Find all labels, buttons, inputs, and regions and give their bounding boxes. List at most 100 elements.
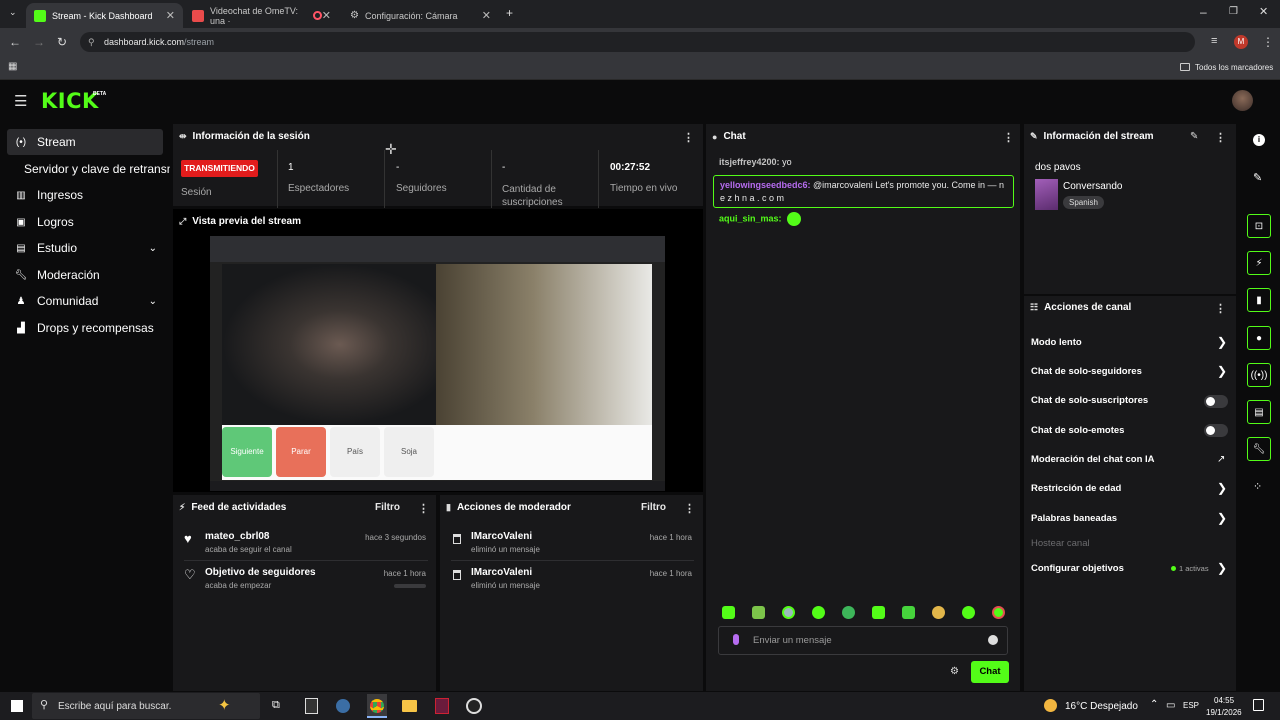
close-icon[interactable]: ✕ xyxy=(166,9,175,22)
minimize-icon[interactable]: – xyxy=(1200,6,1207,18)
kebab-menu-icon[interactable]: ⋮ xyxy=(1003,131,1014,144)
chat-input[interactable]: Enviar un mensaje xyxy=(718,626,1008,655)
emote-icon[interactable] xyxy=(842,606,855,619)
obs-icon[interactable] xyxy=(466,698,482,714)
hamburger-menu-icon[interactable]: ☰ xyxy=(14,94,27,109)
language-indicator[interactable]: ESP xyxy=(1183,701,1199,710)
tab-search-icon[interactable]: ⌄ xyxy=(9,8,17,17)
windows-start-icon[interactable] xyxy=(11,700,23,712)
kebab-menu-icon[interactable]: ⋮ xyxy=(1215,131,1226,144)
stream-preview-video[interactable]: Siguiente Parar País Soja xyxy=(210,236,665,491)
kebab-menu-icon[interactable]: ⋮ xyxy=(1262,36,1274,48)
moderator-name[interactable]: IMarcoValeni xyxy=(471,531,532,542)
age-restriction-option[interactable]: Restricción de edad xyxy=(1031,483,1121,494)
rail-button-chat[interactable]: ● xyxy=(1247,326,1271,350)
emote-icon[interactable] xyxy=(932,606,945,619)
profile-avatar[interactable]: M xyxy=(1234,35,1248,49)
chat-settings-gear-icon[interactable]: ⚙ xyxy=(950,666,959,677)
rail-button-screenshot[interactable]: ⊡ xyxy=(1247,214,1271,238)
user-avatar[interactable] xyxy=(1232,90,1253,111)
chevron-right-icon[interactable]: ❯ xyxy=(1217,481,1227,495)
sidebar-item-ingresos[interactable]: ▥ Ingresos xyxy=(7,182,163,208)
task-view-icon[interactable]: ⧉ xyxy=(272,699,280,712)
vegas-icon[interactable] xyxy=(435,698,449,714)
rail-button-layout[interactable]: ▤ xyxy=(1247,400,1271,424)
emote-icon[interactable] xyxy=(782,606,795,619)
rail-button-notes[interactable]: ▮ xyxy=(1247,288,1271,312)
restore-icon[interactable]: ❐ xyxy=(1229,7,1238,17)
sidebar-item-comunidad[interactable]: ♟ Comunidad ⌄ xyxy=(7,288,163,314)
taskbar-search-box[interactable]: ⚲ Escribe aquí para buscar. ✦ xyxy=(32,693,260,719)
all-bookmarks-link[interactable]: Todos los marcadores xyxy=(1195,63,1273,72)
media-icon[interactable]: ≡ xyxy=(1211,36,1217,47)
followers-only-option[interactable]: Chat de solo-seguidores xyxy=(1031,366,1142,377)
tab-camera-settings[interactable]: ⚙ Configuración: Cámara ✕ xyxy=(342,3,499,28)
ai-moderation-option[interactable]: Moderación del chat con IA xyxy=(1031,454,1155,465)
reload-icon[interactable]: ↻ xyxy=(57,36,67,48)
kebab-menu-icon[interactable]: ⋮ xyxy=(418,502,429,515)
rail-button-broadcast[interactable]: ((•)) xyxy=(1247,363,1271,387)
edit-icon[interactable]: ✎ xyxy=(1253,171,1262,184)
emote-icon[interactable] xyxy=(902,606,915,619)
slow-mode-option[interactable]: Modo lento xyxy=(1031,337,1082,348)
moderator-name[interactable]: IMarcoValeni xyxy=(471,567,532,578)
site-info-icon[interactable]: ⚲ xyxy=(88,37,95,48)
steam-icon[interactable] xyxy=(336,699,350,713)
microphone-icon[interactable] xyxy=(733,634,739,645)
mod-filter-button[interactable]: Filtro xyxy=(641,502,666,513)
chat-username[interactable]: aqui_sin_mas: xyxy=(719,213,782,223)
subscribers-only-toggle[interactable] xyxy=(1204,395,1228,408)
window-close-icon[interactable]: ✕ xyxy=(1259,7,1268,18)
sidebar-item-server-key[interactable]: Servidor y clave de retransmi xyxy=(7,156,170,182)
emote-icon[interactable] xyxy=(722,606,735,619)
more-options-icon[interactable]: ⁘ xyxy=(1253,480,1262,493)
emote-icon[interactable] xyxy=(812,606,825,619)
emote-icon[interactable] xyxy=(872,606,885,619)
network-icon[interactable]: ▭ xyxy=(1166,700,1175,711)
category-name[interactable]: Conversando xyxy=(1063,181,1122,192)
chevron-right-icon[interactable]: ❯ xyxy=(1217,511,1227,525)
clock-time[interactable]: 04:55 xyxy=(1214,696,1234,705)
rail-button-lightning[interactable]: ⚡︎ xyxy=(1247,251,1271,275)
goals-option[interactable]: Configurar objetivos xyxy=(1031,563,1124,574)
tray-chevron-icon[interactable]: ⌃ xyxy=(1150,699,1158,710)
close-icon[interactable]: ✕ xyxy=(482,9,491,22)
close-icon[interactable]: ✕ xyxy=(322,9,331,22)
tab-kick-dashboard[interactable]: Stream - Kick Dashboard ✕ xyxy=(26,3,183,28)
external-link-icon[interactable]: ↗ xyxy=(1217,454,1225,465)
clock-date[interactable]: 19/1/2026 xyxy=(1206,708,1242,717)
weather-text[interactable]: 16°C Despejado xyxy=(1065,701,1138,712)
sidebar-item-drops[interactable]: ▟ Drops y recompensas xyxy=(7,315,163,341)
chevron-right-icon[interactable]: ❯ xyxy=(1217,364,1227,378)
chevron-right-icon[interactable]: ❯ xyxy=(1217,561,1227,575)
edit-pencil-icon[interactable]: ✎ xyxy=(1190,131,1198,142)
forward-icon[interactable]: → xyxy=(33,36,45,48)
kick-logo[interactable]: KICK xyxy=(41,89,99,113)
emote-icon[interactable] xyxy=(752,606,765,619)
rail-button-tools[interactable]: 🔧︎ xyxy=(1247,437,1271,461)
notifications-icon[interactable] xyxy=(1253,699,1264,711)
address-bar[interactable]: ⚲ dashboard.kick.com/stream xyxy=(80,32,1195,52)
chat-username[interactable]: itsjeffrey4200: xyxy=(719,157,780,167)
chevron-right-icon[interactable]: ❯ xyxy=(1217,335,1227,349)
banned-words-option[interactable]: Palabras baneadas xyxy=(1031,513,1117,524)
emoji-icon[interactable] xyxy=(988,635,998,645)
chat-username[interactable]: yellowingseedbedc6: xyxy=(720,180,811,190)
kebab-menu-icon[interactable]: ⋮ xyxy=(1215,302,1226,315)
back-icon[interactable]: ← xyxy=(9,36,21,48)
activity-username[interactable]: mateo_cbrl08 xyxy=(205,531,269,542)
tab-ometv[interactable]: Videochat de OmeTV: una · ✕ xyxy=(184,3,339,28)
emote-icon[interactable] xyxy=(962,606,975,619)
activity-filter-button[interactable]: Filtro xyxy=(375,502,400,513)
file-explorer-icon[interactable] xyxy=(402,700,417,712)
sidebar-item-estudio[interactable]: ▤ Estudio ⌄ xyxy=(7,235,163,261)
sidebar-item-moderacion[interactable]: 🔧︎ Moderación xyxy=(7,262,163,288)
apps-grid-icon[interactable]: ▦ xyxy=(8,62,17,72)
info-icon[interactable]: i xyxy=(1253,134,1265,146)
chat-send-button[interactable]: Chat xyxy=(971,661,1009,683)
new-tab-icon[interactable]: + xyxy=(506,7,513,19)
sidebar-item-stream[interactable]: (•) Stream xyxy=(7,129,163,155)
sidebar-item-logros[interactable]: ▣ Logros xyxy=(7,209,163,235)
kebab-menu-icon[interactable]: ⋮ xyxy=(684,502,695,515)
epic-games-icon[interactable] xyxy=(305,698,318,714)
